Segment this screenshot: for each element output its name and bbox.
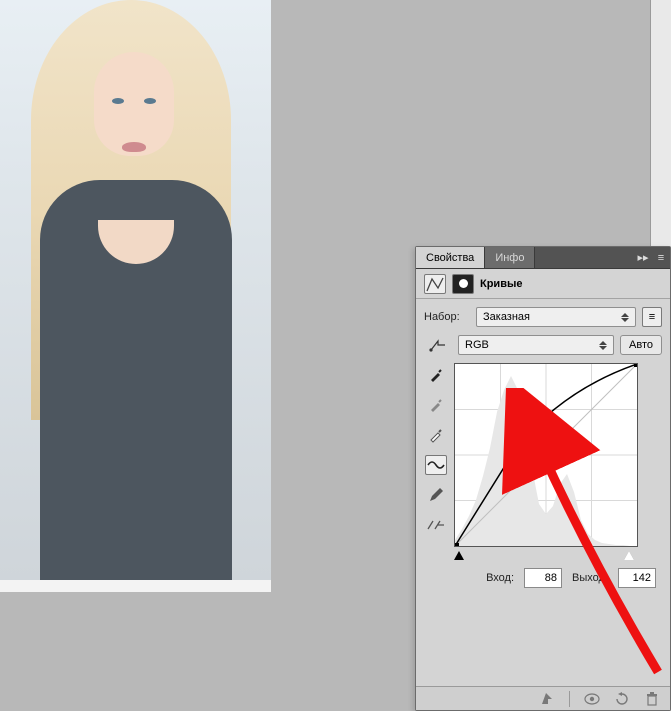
panel-bottom-bar — [416, 686, 670, 710]
preset-value: Заказная — [483, 311, 530, 323]
panel-header: Кривые — [416, 269, 670, 299]
output-value: 142 — [633, 572, 651, 584]
channel-select[interactable]: RGB — [458, 335, 614, 355]
panel-menu-icon[interactable]: ≡ — [652, 247, 670, 268]
input-field[interactable]: 88 — [524, 568, 562, 588]
eyedropper-black-icon[interactable] — [425, 365, 447, 385]
preset-label: Набор: — [424, 311, 470, 323]
trash-icon[interactable] — [644, 691, 660, 707]
image-content-lips — [122, 142, 146, 152]
collapse-icon[interactable]: ▸▸ — [634, 247, 652, 268]
curves-graph[interactable] — [454, 363, 638, 547]
image-content — [0, 0, 271, 580]
clip-to-layer-icon[interactable] — [539, 691, 555, 707]
io-row: Вход: 88 Выход: 142 — [424, 568, 656, 588]
scrollbar-gutter[interactable] — [650, 0, 671, 260]
view-previous-icon[interactable] — [584, 691, 600, 707]
output-label: Выход: — [572, 572, 608, 584]
preset-menu-icon[interactable]: ≡ — [642, 307, 662, 327]
smooth-values-icon[interactable] — [425, 515, 447, 535]
black-point-slider[interactable] — [454, 551, 464, 560]
channel-row: RGB Авто — [424, 335, 662, 355]
image-content-eye — [112, 98, 124, 104]
curve-smooth-tool-icon[interactable] — [425, 455, 447, 475]
image-content-face — [94, 52, 174, 156]
output-field[interactable]: 142 — [618, 568, 656, 588]
curves-icon — [424, 274, 446, 294]
auto-button[interactable]: Авто — [620, 335, 662, 355]
panel-tabbar: Свойства Инфо ▸▸ ≡ — [416, 247, 670, 269]
channel-value: RGB — [465, 339, 489, 351]
tabbar-spacer — [535, 247, 634, 268]
tool-column — [424, 363, 448, 547]
layer-mask-icon[interactable] — [452, 274, 474, 294]
eyedropper-white-icon[interactable] — [425, 425, 447, 445]
input-label: Вход: — [486, 572, 514, 584]
properties-panel: Свойства Инфо ▸▸ ≡ Кривые Набор: Заказна… — [415, 246, 671, 711]
eyedropper-gray-icon[interactable] — [425, 395, 447, 415]
finger-adjust-icon[interactable] — [424, 335, 452, 355]
select-arrows-icon — [618, 310, 632, 324]
tab-info[interactable]: Инфо — [485, 247, 535, 268]
panel-body: Набор: Заказная ≡ RGB Авто — [416, 299, 670, 592]
image-content-eye — [144, 98, 156, 104]
reset-icon[interactable] — [614, 691, 630, 707]
curves-area — [424, 363, 662, 547]
select-arrows-icon — [596, 338, 610, 352]
menu-glyph: ≡ — [649, 311, 655, 323]
curves-svg — [455, 364, 637, 546]
tab-properties[interactable]: Свойства — [416, 247, 485, 268]
preset-select[interactable]: Заказная — [476, 307, 636, 327]
preset-row: Набор: Заказная ≡ — [424, 307, 662, 327]
input-value: 88 — [545, 572, 557, 584]
document-canvas[interactable] — [0, 0, 271, 592]
curve-range-sliders — [454, 551, 634, 560]
pencil-tool-icon[interactable] — [425, 485, 447, 505]
auto-button-label: Авто — [629, 339, 653, 351]
white-point-slider[interactable] — [624, 551, 634, 560]
panel-title: Кривые — [480, 278, 522, 290]
divider — [569, 691, 570, 707]
